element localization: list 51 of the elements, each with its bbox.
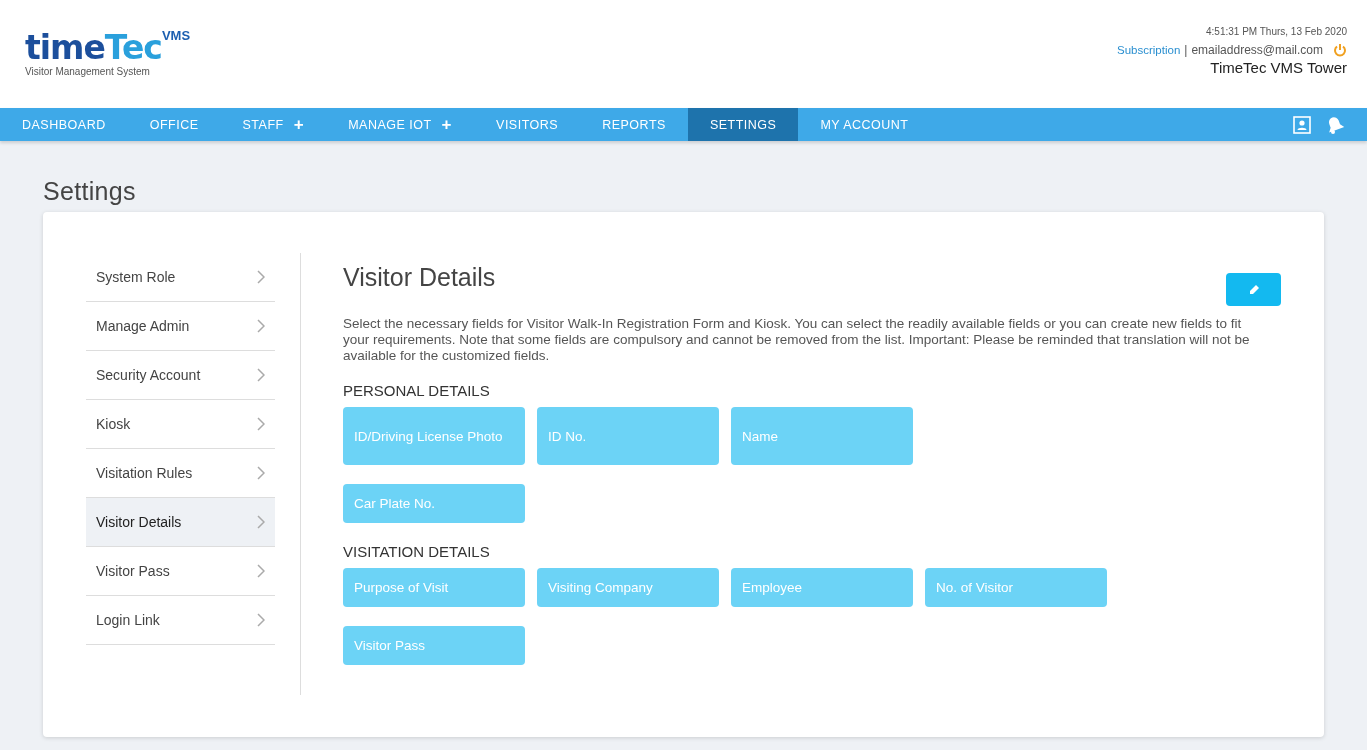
subscription-link[interactable]: Subscription	[1117, 44, 1181, 56]
plus-icon[interactable]: +	[441, 114, 453, 135]
field-tile[interactable]: Visitor Pass	[343, 626, 525, 665]
user-email: emailaddress@mail.com	[1191, 43, 1323, 57]
field-tile[interactable]: Car Plate No.	[343, 484, 525, 523]
nav-tab[interactable]: DASHBOARD	[0, 108, 128, 141]
nav-tab[interactable]: VISITORS	[474, 108, 581, 141]
field-tile[interactable]: Purpose of Visit	[343, 568, 525, 607]
chevron-right-icon	[257, 319, 265, 333]
description-text: Select the necessary fields for Visitor Walk-In Registration Form and Kiosk. You can select the readily available fields or you can create new fields to fit your requirements. Note that some fields are compulsory and cannot be removed from the list. Important: Please be reminded that translation will not be available for the customized fields.	[343, 316, 1251, 364]
logo-wordmark: timeTec	[25, 31, 162, 64]
chevron-right-icon	[257, 270, 265, 284]
nav-tab[interactable]: SETTINGS	[687, 108, 799, 141]
nav-tab[interactable]: MY ACCOUNT	[798, 108, 931, 141]
plus-icon[interactable]: +	[293, 114, 305, 135]
field-tile[interactable]: Employee	[731, 568, 913, 607]
chevron-right-icon	[257, 466, 265, 480]
edit-button[interactable]	[1226, 273, 1281, 306]
section-heading: VISITATION DETAILS	[343, 543, 491, 560]
logo-vms-label: VMS	[161, 27, 191, 43]
field-tile[interactable]: ID/Driving License Photo	[343, 407, 525, 465]
field-tile[interactable]: ID No.	[537, 407, 719, 465]
power-icon[interactable]	[1333, 43, 1347, 57]
sidebar-item[interactable]: Kiosk	[86, 400, 275, 449]
sidebar-item[interactable]: Visitor Details	[86, 498, 275, 547]
sidebar-item[interactable]: System Role	[86, 253, 275, 302]
nav-tab[interactable]: OFFICE	[127, 108, 221, 141]
chevron-right-icon	[257, 417, 265, 431]
page-title: Settings	[43, 177, 137, 206]
pencil-icon	[1247, 283, 1260, 296]
nav-tab[interactable]: MANAGE IOT +	[326, 108, 475, 141]
nav-tab[interactable]: REPORTS	[580, 108, 688, 141]
section-heading: PERSONAL DETAILS	[343, 382, 491, 399]
chevron-right-icon	[257, 613, 265, 627]
sidebar-item[interactable]: Visitor Pass	[86, 547, 275, 596]
sidebar-item[interactable]: Login Link	[86, 596, 275, 645]
field-tile[interactable]: Visiting Company	[537, 568, 719, 607]
field-tile[interactable]: No. of Visitor	[925, 568, 1107, 607]
nav-tab[interactable]: STAFF +	[220, 108, 327, 141]
company-name: TimeTec VMS Tower	[1210, 59, 1347, 76]
contact-card-icon[interactable]	[1293, 115, 1311, 134]
chevron-right-icon	[257, 368, 265, 382]
chevron-right-icon	[257, 515, 265, 529]
sidebar-item[interactable]: Security Account	[86, 351, 275, 400]
field-tile[interactable]: Name	[731, 407, 913, 465]
logo-tagline: Visitor Management System	[25, 65, 151, 77]
section-title: Visitor Details	[343, 263, 496, 293]
separator: |	[1184, 43, 1188, 57]
date-time: 4:51:31 PM Thurs, 13 Feb 2020	[1206, 26, 1347, 37]
sidebar-item[interactable]: Manage Admin	[86, 302, 275, 351]
chevron-right-icon	[257, 564, 265, 578]
